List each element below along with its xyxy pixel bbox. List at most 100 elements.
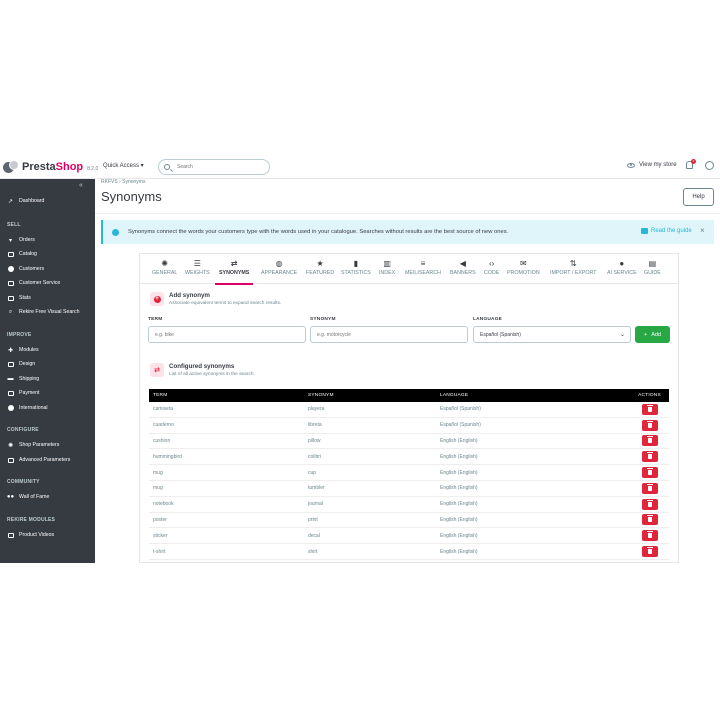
read-guide-link[interactable]: Read the guide xyxy=(641,228,692,234)
tab-weights[interactable]: ☰ WEIGHTS xyxy=(185,259,210,283)
table-row: notebook journal English (English) xyxy=(149,497,669,513)
tab-statistics[interactable]: ▮ STATISTICS xyxy=(341,259,371,283)
tab-general[interactable]: ✺ GENERAL xyxy=(152,259,177,283)
tab-banners[interactable]: ◀ BANNERS xyxy=(450,259,476,283)
desktop-icon xyxy=(7,361,14,367)
trash-icon xyxy=(646,531,653,539)
table-row: camiseta playera Español (Spanish) xyxy=(149,402,669,418)
sidebar-item-international[interactable]: International xyxy=(0,402,95,414)
sidebar-section-rekire-modules: REKIRE MODULES xyxy=(7,517,56,523)
chevron-down-icon: ⌄ xyxy=(619,332,625,338)
lightbulb-icon xyxy=(112,228,119,236)
video-library-icon xyxy=(7,532,14,538)
delete-button[interactable] xyxy=(641,482,658,494)
table-row: mug cup English (English) xyxy=(149,465,669,481)
quick-access-dropdown[interactable]: Quick Access ▾ xyxy=(103,162,144,169)
chat-icon xyxy=(7,280,14,286)
sidebar-nav: « ↗ Dashboard SELL ▾ Orders Catalog Custom… xyxy=(0,179,95,563)
actions-cell xyxy=(630,435,669,447)
sidebar-item-payment[interactable]: Payment xyxy=(0,387,95,399)
term-cell: notebook xyxy=(153,501,174,508)
sidebar-item-product-videos[interactable]: Product Videos xyxy=(0,529,95,541)
actions-cell xyxy=(630,451,669,463)
synonym-input[interactable] xyxy=(310,326,468,343)
table-row: mug tumbler English (English) xyxy=(149,481,669,497)
module-card: ✺ GENERAL ☰ WEIGHTS ⇄ SYNONYMS ◍ APPEARANCE … xyxy=(139,253,679,563)
table-header: TERM SYNONYM LANGUAGE ACTIONS xyxy=(149,389,669,402)
language-select[interactable]: Español (Spanish) ⌄ xyxy=(473,326,631,343)
tab-synonyms[interactable]: ⇄ SYNONYMS xyxy=(214,258,254,285)
sidebar-item-orders[interactable]: ▾ Orders xyxy=(0,234,95,246)
help-button[interactable]: Help xyxy=(683,188,714,206)
term-cell: camiseta xyxy=(153,406,174,413)
sidebar-item-stats[interactable]: Stats xyxy=(0,292,95,304)
trending-up-icon: ↗ xyxy=(7,198,14,205)
prestashop-logo[interactable]: Presta Shop 8.2.0 xyxy=(3,159,98,175)
account-icon[interactable] xyxy=(705,161,714,170)
tab-guide[interactable]: ▤ GUIDE xyxy=(644,259,661,283)
table-body: camiseta playera Español (Spanish) cuaderno… xyxy=(149,402,669,560)
delete-button[interactable] xyxy=(641,530,658,542)
top-header: PrestaShop 8.2.0 Quick Access ▾ View my … xyxy=(0,155,720,179)
close-icon[interactable]: × xyxy=(700,226,705,235)
info-alert: Synonyms connect the words your customer… xyxy=(101,220,714,244)
sidebar-item-advanced-parameters[interactable]: Advanced Parameters xyxy=(0,454,95,466)
table-row: poster print English (English) xyxy=(149,513,669,529)
term-cell: cushion xyxy=(153,437,171,444)
tab-meilisearch[interactable]: ≡ MEILISEARCH xyxy=(405,259,441,283)
actions-cell xyxy=(630,419,669,431)
sidebar-item-customer-service[interactable]: Customer Service xyxy=(0,277,95,289)
sidebar-item-shop-parameters[interactable]: ✺ Shop Parameters xyxy=(0,439,95,451)
sidebar-item-dashboard[interactable]: ↗ Dashboard xyxy=(0,195,95,207)
delete-button[interactable] xyxy=(641,467,658,479)
view-store-link[interactable]: View my store xyxy=(627,162,677,168)
tab-index[interactable]: ▥ INDEX xyxy=(379,259,395,283)
tab-featured[interactable]: ★ FEATURED xyxy=(306,259,334,283)
synonym-cell: playera xyxy=(308,406,325,413)
sidebar-item-modules[interactable]: ✚ Modules xyxy=(0,344,95,356)
synonym-cell: cup xyxy=(308,469,317,476)
brand-name-part2: Shop xyxy=(55,161,84,173)
search-icon: ⌕ xyxy=(8,308,13,315)
delete-button[interactable] xyxy=(641,546,658,558)
breadcrumb[interactable]: RKFVS › Synonyms xyxy=(101,179,145,185)
sidebar-item-catalog[interactable]: Catalog xyxy=(0,248,95,260)
trash-icon xyxy=(646,483,653,491)
delete-button[interactable] xyxy=(641,498,658,510)
collapse-sidebar-icon[interactable]: « xyxy=(79,182,83,189)
delete-button[interactable] xyxy=(641,403,658,415)
tab-import-export[interactable]: ⇅ IMPORT / EXPORT xyxy=(550,259,597,283)
term-input[interactable] xyxy=(148,326,306,343)
sidebar-item-visual-search[interactable]: ⌕ Rekire Free Visual Search xyxy=(0,306,95,318)
plus-icon: + xyxy=(643,331,648,338)
language-cell: Español (Spanish) xyxy=(440,422,481,429)
megaphone-icon: ◀ xyxy=(459,258,466,268)
synonym-cell: pillow xyxy=(308,437,321,444)
tab-ai-service[interactable]: ● AI SERVICE xyxy=(607,259,637,283)
actions-cell xyxy=(630,514,669,526)
cart-icon: ▾ xyxy=(8,237,12,244)
view-store-label: View my store xyxy=(639,162,677,168)
sidebar-item-wall-of-fame[interactable]: ●● Wall of Fame xyxy=(0,491,95,503)
actions-cell xyxy=(630,403,669,415)
delete-button[interactable] xyxy=(641,451,658,463)
delete-button[interactable] xyxy=(641,419,658,431)
sidebar-item-design[interactable]: Design xyxy=(0,358,95,370)
synonym-cell: libreta xyxy=(308,422,322,429)
term-cell: mug xyxy=(153,485,163,492)
sidebar-item-shipping[interactable]: ▬ Shipping xyxy=(0,373,95,385)
delete-button[interactable] xyxy=(641,435,658,447)
account-circle-icon xyxy=(7,266,14,272)
swap-icon: ⇄ xyxy=(230,258,238,268)
tab-code[interactable]: ‹› CODE xyxy=(484,259,499,283)
tab-promotion[interactable]: ✉ PROMOTION xyxy=(507,259,540,283)
search-input[interactable] xyxy=(177,164,267,170)
sidebar-item-customers[interactable]: Customers xyxy=(0,263,95,275)
tab-appearance[interactable]: ◍ APPEARANCE xyxy=(261,259,297,283)
search-box[interactable] xyxy=(158,159,270,175)
add-synonym-subtitle: Associate equivalent terms to expand sea… xyxy=(169,301,282,306)
column-header-term: TERM xyxy=(153,393,168,398)
delete-button[interactable] xyxy=(641,514,658,526)
language-label: LANGUAGE xyxy=(473,317,503,322)
add-synonym-button[interactable]: + Add xyxy=(635,326,670,343)
